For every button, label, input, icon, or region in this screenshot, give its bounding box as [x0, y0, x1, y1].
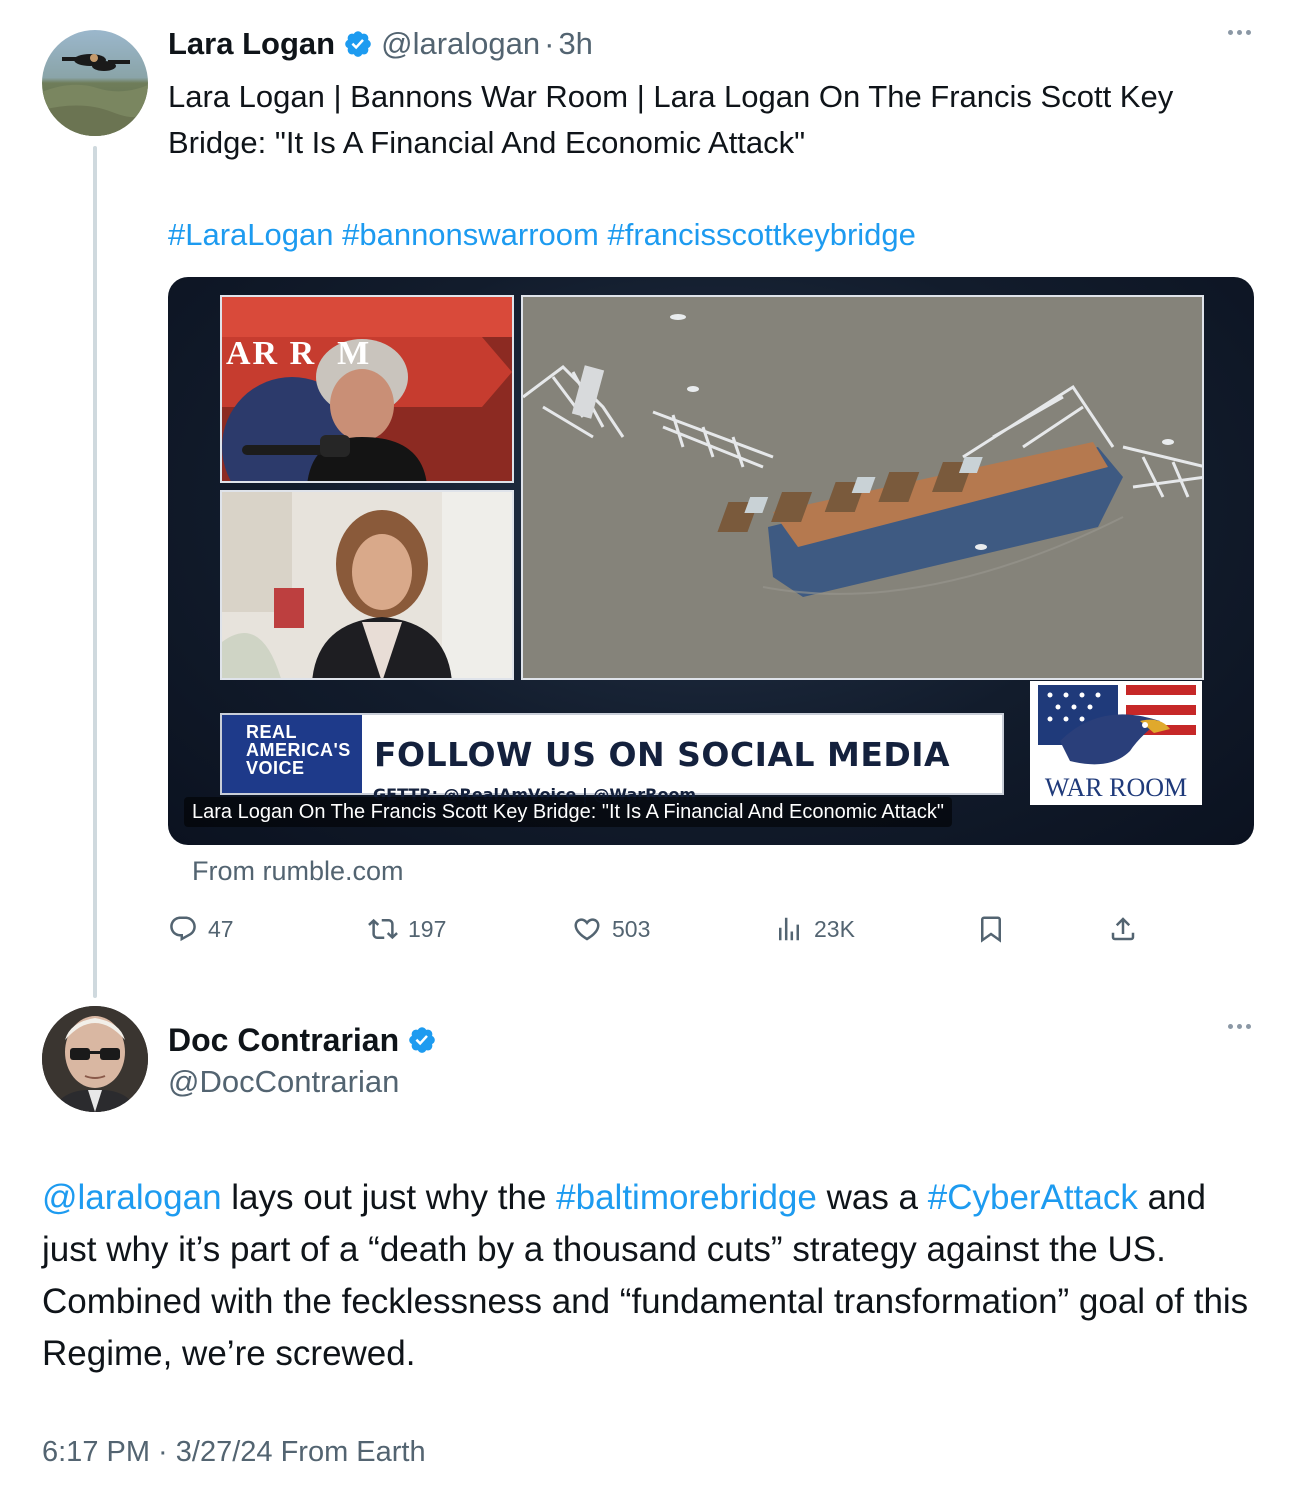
time-ago[interactable]: 3h — [558, 26, 592, 62]
real-americas-voice-logo: REAL AMERICA'S VOICE — [222, 715, 362, 793]
ellipsis-icon — [1228, 1024, 1251, 1029]
ellipsis-icon — [1228, 30, 1251, 35]
doc-contrarian-avatar-image — [42, 1006, 148, 1112]
author-name[interactable]: Lara Logan — [168, 26, 335, 62]
lower-third-banner: REAL AMERICA'S VOICE FOLLOW US ON SOCIAL… — [220, 713, 1004, 795]
reply-icon — [170, 916, 196, 942]
text-segment: was a — [816, 1178, 928, 1217]
brand-line-3: VOICE — [246, 758, 305, 778]
guest-video-panel — [220, 490, 514, 680]
tweet-actions: 47 197 503 23K — [168, 908, 1168, 950]
like-count: 503 — [612, 915, 651, 942]
video-card[interactable]: AR R M REAL AMERICA'S VOICE FOLLOW US ON… — [168, 277, 1254, 845]
repost-icon — [368, 918, 398, 940]
war-room-logo: WAR ROOM — [1030, 681, 1202, 805]
hashtags[interactable]: #LaraLogan #bannonswarroom #francisscott… — [168, 212, 916, 258]
author-handle[interactable]: @DocContrarian — [168, 1062, 399, 1102]
views-count: 23K — [814, 915, 855, 942]
share-button[interactable] — [1108, 908, 1138, 950]
repost-count: 197 — [408, 915, 447, 942]
tweet-header: Doc Contrarian — [168, 1018, 445, 1062]
host-video-panel: AR R M — [220, 295, 514, 483]
repost-button[interactable]: 197 — [368, 908, 446, 950]
reply-count: 47 — [208, 915, 234, 942]
bookmark-icon — [981, 916, 1001, 943]
avatar[interactable] — [42, 1006, 148, 1112]
separator-dot: · — [544, 26, 555, 61]
link-source[interactable]: From rumble.com — [192, 856, 404, 887]
host-backdrop-text: AR R M — [226, 335, 372, 372]
war-room-logo-text: WAR ROOM — [1044, 773, 1188, 802]
share-icon — [1111, 917, 1135, 941]
tweet-header: Lara Logan @laralogan · 3h — [168, 22, 593, 66]
bookmark-button[interactable] — [976, 908, 1006, 950]
reply-button[interactable]: 47 — [168, 908, 234, 950]
container-ship-bridge-image — [523, 297, 1202, 678]
avatar[interactable] — [42, 30, 148, 136]
text-segment: lays out just why the — [221, 1178, 557, 1217]
views-button[interactable]: 23K — [774, 908, 855, 950]
more-options-button[interactable] — [1228, 1024, 1251, 1029]
guest-image — [222, 492, 512, 678]
bridge-collapse-video-panel — [521, 295, 1204, 680]
verified-badge-icon — [409, 1027, 435, 1053]
more-options-button[interactable] — [1228, 30, 1251, 35]
banner-headline: FOLLOW US ON SOCIAL MEDIA — [374, 735, 951, 774]
skydiving-avatar-image — [42, 30, 148, 136]
thread-connector-line — [93, 146, 97, 998]
hashtag-link[interactable]: #CyberAttack — [928, 1178, 1138, 1217]
brand-line-2: AMERICA'S — [246, 740, 351, 760]
verified-badge-icon — [345, 31, 371, 57]
heart-icon — [574, 918, 600, 941]
like-button[interactable]: 503 — [572, 908, 650, 950]
video-caption: Lara Logan On The Francis Scott Key Brid… — [184, 797, 953, 827]
mention-link[interactable]: @laralogan — [42, 1178, 222, 1217]
host-image — [222, 297, 512, 481]
author-handle[interactable]: @laralogan — [381, 26, 540, 62]
tweet-timestamp[interactable]: 6:17 PM · 3/27/24 From Earth — [42, 1432, 426, 1472]
tweet-text: @laralogan lays out just why the #baltim… — [42, 1172, 1262, 1380]
tweet-text: Lara Logan | Bannons War Room | Lara Log… — [168, 79, 1174, 160]
brand-line-1: REAL — [246, 722, 297, 742]
author-name[interactable]: Doc Contrarian — [168, 1022, 399, 1059]
analytics-icon — [779, 917, 799, 941]
hashtag-link[interactable]: #baltimorebridge — [556, 1178, 817, 1217]
